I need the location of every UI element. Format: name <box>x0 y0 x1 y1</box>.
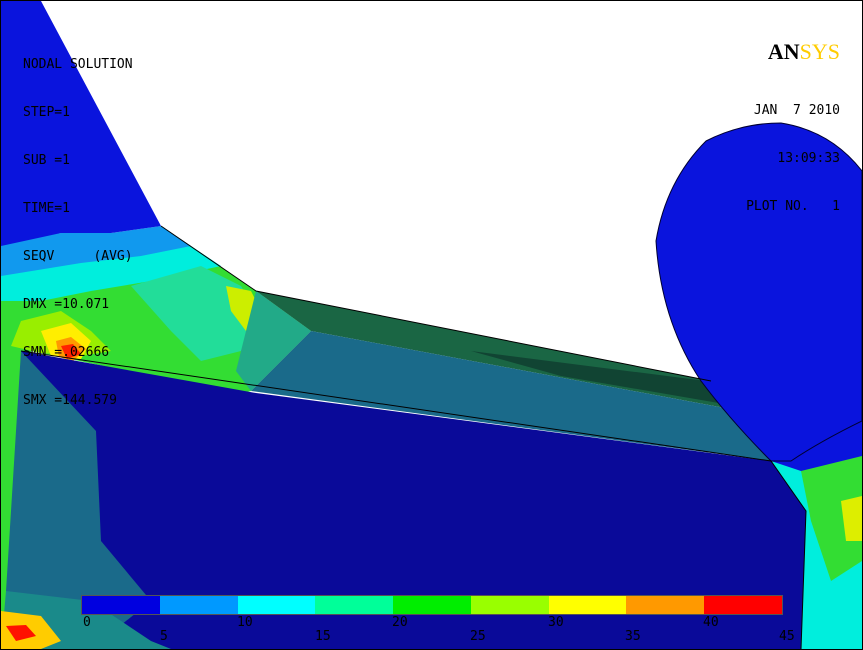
plot-number: PLOT NO. 1 <box>746 199 840 214</box>
plot-header: ANSYS JAN 7 2010 13:09:33 PLOT NO. 1 <box>746 7 840 247</box>
legend-swatch <box>626 596 705 614</box>
legend-swatch <box>315 596 394 614</box>
contour-legend-bar <box>81 595 783 615</box>
info-line: SMX =144.579 <box>23 393 117 408</box>
legend-swatch <box>704 596 783 614</box>
solution-title: NODAL SOLUTION <box>23 57 133 72</box>
legend-label-bottom: 25 <box>470 629 486 644</box>
info-line: SEQV (AVG) <box>23 249 133 264</box>
info-line: STEP=1 <box>23 105 70 120</box>
legend-swatch <box>393 596 471 614</box>
legend-swatch <box>548 596 627 614</box>
info-line: SMN =.02666 <box>23 345 110 360</box>
legend-label-bottom: 35 <box>625 629 641 644</box>
legend-label-top: 40 <box>703 615 719 630</box>
legend-swatch <box>159 596 238 614</box>
plot-date: JAN 7 2010 <box>753 103 840 118</box>
ansys-graphics-window[interactable]: ANSYS JAN 7 2010 13:09:33 PLOT NO. 1 NOD… <box>0 0 863 650</box>
legend-swatch <box>470 596 549 614</box>
info-line: SUB =1 <box>23 153 70 168</box>
legend-swatch <box>237 596 316 614</box>
legend-label-top: 0 <box>83 615 91 630</box>
legend-label-top: 20 <box>392 615 408 630</box>
legend-label-top: 10 <box>237 615 253 630</box>
legend-label-bottom: 5 <box>160 629 168 644</box>
info-line: TIME=1 <box>23 201 70 216</box>
info-line: DMX =10.071 <box>23 297 110 312</box>
legend-label-bottom: 15 <box>315 629 331 644</box>
legend-label-top: 30 <box>548 615 564 630</box>
ansys-logo: ANSYS <box>767 39 840 64</box>
legend-swatch <box>82 596 160 614</box>
legend-label-bottom: 45 <box>779 629 795 644</box>
plot-time: 13:09:33 <box>777 151 840 166</box>
solution-info: NODAL SOLUTION STEP=1 SUB =1 TIME=1 SEQV… <box>23 25 133 441</box>
